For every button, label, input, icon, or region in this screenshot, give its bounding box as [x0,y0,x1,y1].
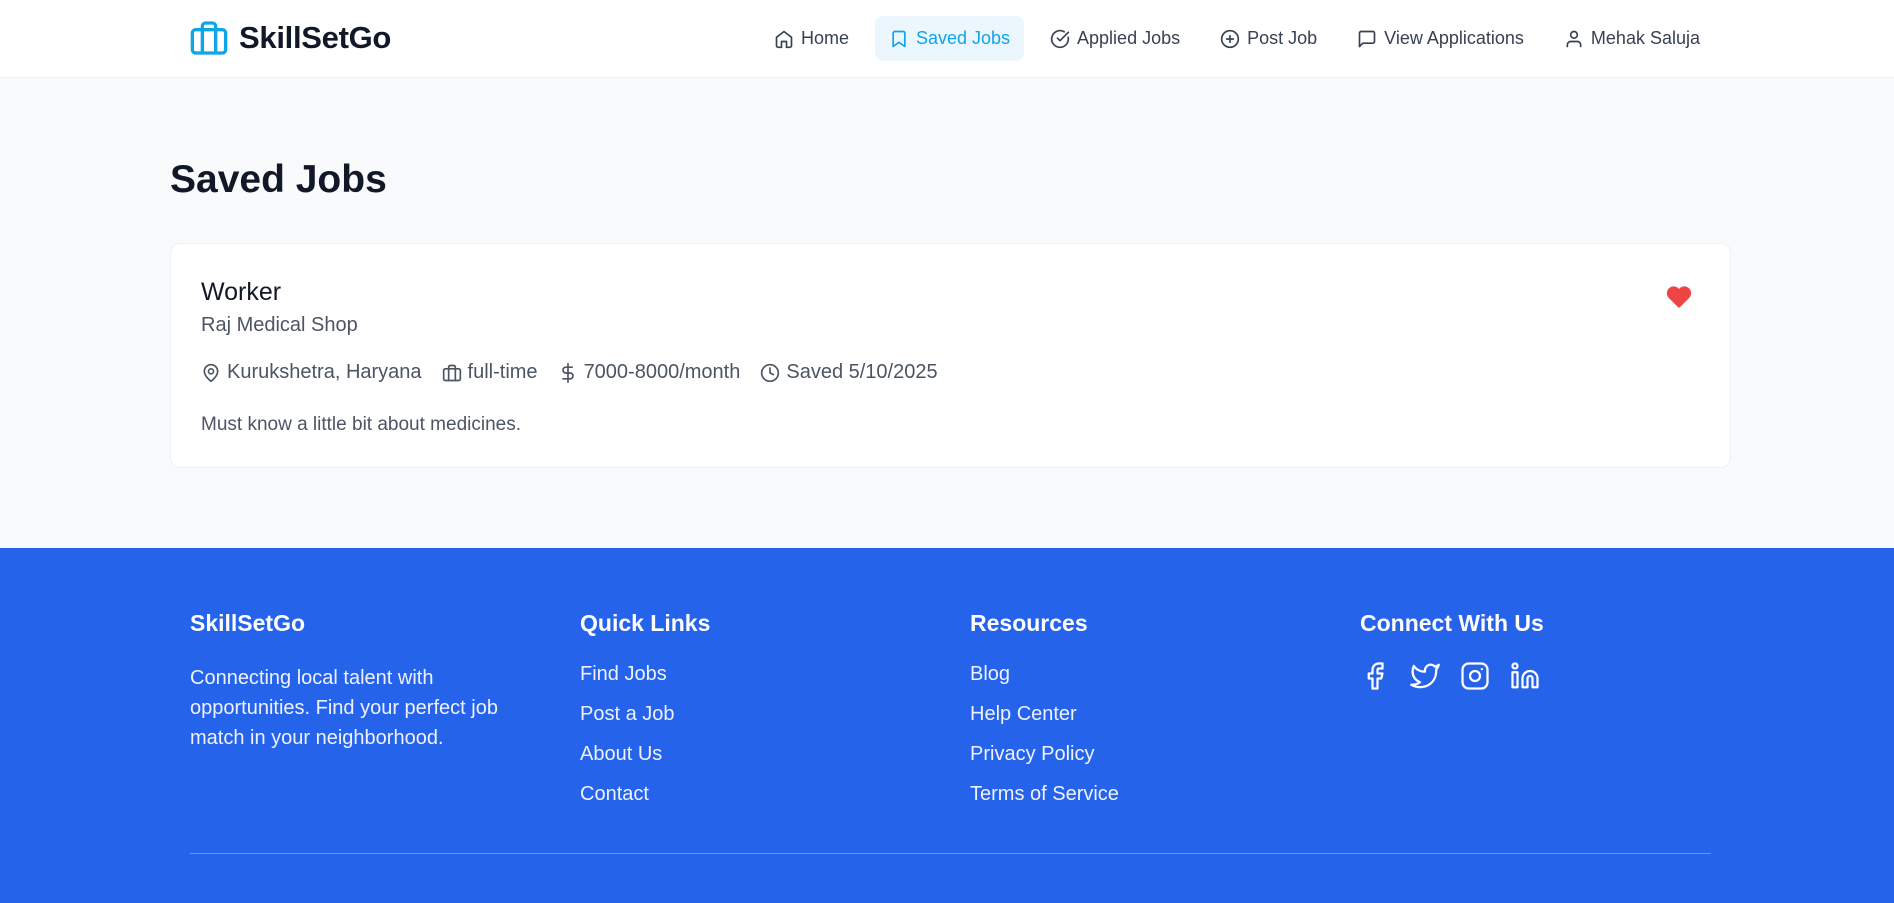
footer-link-contact[interactable]: Contact [580,783,710,823]
twitter-icon[interactable] [1410,661,1440,691]
plus-circle-icon [1220,29,1240,48]
heart-icon [1666,286,1692,308]
job-company: Raj Medical Shop [201,314,358,336]
nav-applied-jobs-label: Applied Jobs [1077,28,1181,48]
nav-user-profile[interactable]: Mehak Saluja [1550,16,1714,61]
footer-quick-links-heading: Quick Links [580,610,711,636]
job-title: Worker [201,278,282,306]
job-description: Must know a little bit about medicines. [201,414,521,435]
nav-user-name: Mehak Saluja [1590,28,1700,48]
unsave-heart-button[interactable] [1666,284,1692,310]
linkedin-icon[interactable] [1510,661,1540,691]
footer-divider [190,853,1711,854]
footer-resources: Resources Blog Help Center Privacy Polic… [970,610,1119,823]
message-square-icon [1358,30,1376,47]
job-location: Kurukshetra, Haryana [201,361,422,384]
footer-link-help-center[interactable]: Help Center [970,703,1119,743]
brand-name: SkillSetGo [239,20,392,55]
footer-link-about-us[interactable]: About Us [580,743,710,783]
footer-link-terms-of-service[interactable]: Terms of Service [970,783,1119,823]
nav-saved-jobs-label: Saved Jobs [915,28,1011,48]
footer-quick-links: Quick Links Find Jobs Post a Job About U… [580,610,710,823]
nav-post-job[interactable]: Post Job [1206,16,1331,61]
site-footer: SkillSetGo Connecting local talent with … [0,548,1894,903]
footer-about-heading: SkillSetGo [190,610,306,636]
home-icon [775,30,793,48]
job-meta: Kurukshetra, Haryana full-time 7000-8000… [201,361,938,384]
nav-view-applications-label: View Applications [1384,28,1524,48]
footer-resources-heading: Resources [970,610,1088,636]
job-location-text: Kurukshetra, Haryana [227,361,422,383]
job-saved-date-text: Saved 5/10/2025 [786,361,938,383]
footer-link-post-a-job[interactable]: Post a Job [580,703,710,743]
nav-saved-jobs[interactable]: Saved Jobs [874,16,1025,61]
footer-about: SkillSetGo Connecting local talent with … [190,610,530,753]
top-navbar: SkillSetGo Home Saved Jobs Applied Jobs … [0,0,1894,78]
footer-connect: Connect With Us [1360,610,1544,691]
nav-home-label: Home [800,28,849,48]
nav-view-applications[interactable]: View Applications [1343,16,1538,61]
footer-connect-heading: Connect With Us [1360,610,1544,636]
facebook-icon[interactable] [1360,661,1390,691]
user-icon [1566,30,1582,47]
check-circle-icon [1050,29,1070,48]
footer-link-find-jobs[interactable]: Find Jobs [580,663,710,703]
main-nav: Home Saved Jobs Applied Jobs Post Job Vi… [760,16,1714,61]
nav-post-job-label: Post Job [1247,28,1318,48]
map-pin-icon [203,363,219,382]
footer-link-blog[interactable]: Blog [970,663,1119,703]
briefcase-icon [442,364,461,381]
saved-job-card[interactable]: Worker Raj Medical Shop Kurukshetra, Har… [170,243,1731,468]
clock-icon [761,363,780,382]
job-salary-text: 7000-8000/month [583,361,741,383]
job-salary: 7000-8000/month [558,361,741,384]
nav-applied-jobs[interactable]: Applied Jobs [1036,16,1194,61]
nav-home[interactable]: Home [760,16,863,61]
instagram-icon[interactable] [1460,661,1490,691]
bookmark-icon [892,30,906,47]
job-type-text: full-time [467,361,538,383]
page-title: Saved Jobs [170,158,387,201]
job-type: full-time [442,361,538,384]
social-links [1360,661,1544,691]
footer-about-text: Connecting local talent with opportuniti… [190,667,498,749]
briefcase-icon [190,21,228,55]
footer-link-privacy-policy[interactable]: Privacy Policy [970,743,1119,783]
job-saved-date: Saved 5/10/2025 [760,361,938,384]
dollar-sign-icon [561,362,574,383]
brand-logo[interactable]: SkillSetGo [189,18,391,58]
